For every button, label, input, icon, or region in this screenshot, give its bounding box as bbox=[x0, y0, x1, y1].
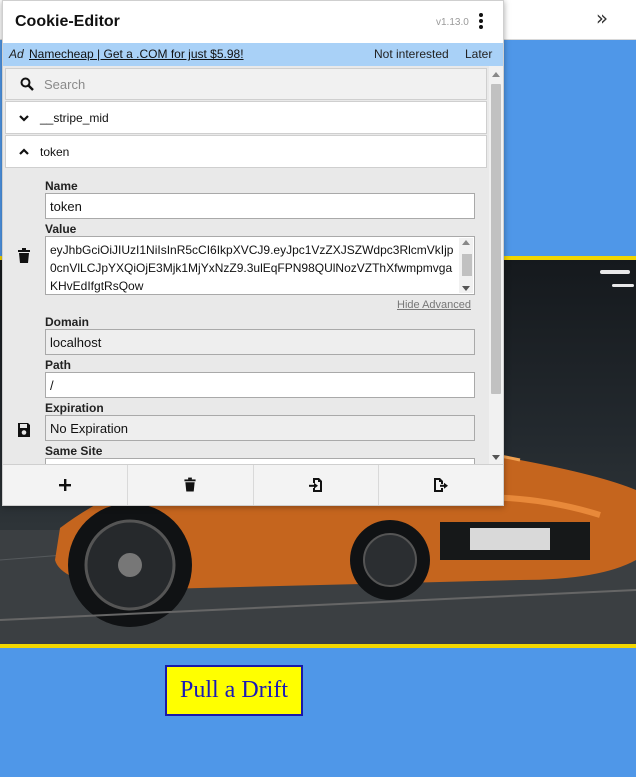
delete-all-button[interactable] bbox=[128, 465, 254, 505]
file-export-icon bbox=[433, 478, 448, 492]
search-input[interactable] bbox=[44, 74, 474, 94]
name-field[interactable]: token bbox=[45, 193, 475, 219]
value-scrollbar[interactable] bbox=[459, 238, 473, 293]
cookie-list: __stripe_mid token Name token Value eyJh… bbox=[3, 66, 503, 464]
expiration-label: Expiration bbox=[45, 401, 104, 415]
chevron-down-icon bbox=[19, 115, 29, 122]
samesite-label: Same Site bbox=[45, 444, 103, 458]
domain-field[interactable]: localhost bbox=[45, 329, 475, 355]
version-label: v1.13.0 bbox=[436, 17, 469, 28]
scrollbar-thumb[interactable] bbox=[491, 84, 501, 394]
pull-a-drift-button[interactable]: Pull a Drift bbox=[165, 665, 303, 716]
cookie-details: Name token Value eyJhbGciOiJIUzI1NiIsInR… bbox=[5, 168, 487, 464]
later-button[interactable]: Later bbox=[465, 47, 492, 61]
domain-label: Domain bbox=[45, 315, 90, 329]
value-text: eyJhbGciOiJIUzI1NiIsInR5cCI6IkpXVCJ9.eyJ… bbox=[50, 243, 454, 293]
cookie-row-token[interactable]: token bbox=[5, 135, 487, 168]
ceiling-light bbox=[612, 284, 634, 287]
import-button[interactable] bbox=[254, 465, 379, 505]
ad-tag: Ad bbox=[9, 47, 24, 61]
export-button[interactable] bbox=[379, 465, 503, 505]
add-cookie-button[interactable] bbox=[3, 465, 129, 505]
cookie-name: token bbox=[40, 145, 70, 159]
ad-link[interactable]: Namecheap | Get a .COM for just $5.98! bbox=[29, 47, 244, 61]
path-label: Path bbox=[45, 358, 72, 372]
ceiling-light bbox=[600, 270, 630, 274]
ad-bar: Ad Namecheap | Get a .COM for just $5.98… bbox=[3, 43, 503, 66]
hide-advanced-link[interactable]: Hide Advanced bbox=[397, 299, 471, 311]
search-bar bbox=[5, 68, 487, 100]
expiration-field[interactable]: No Expiration bbox=[45, 415, 475, 441]
trash-icon[interactable] bbox=[17, 248, 31, 264]
path-field[interactable]: / bbox=[45, 372, 475, 398]
cookie-editor-popup: Cookie-Editor v1.13.0 Ad Namecheap | Get… bbox=[2, 0, 504, 506]
search-icon bbox=[20, 77, 34, 91]
floppy-disk-icon[interactable] bbox=[17, 422, 31, 438]
chevron-up-icon bbox=[19, 148, 29, 155]
not-interested-button[interactable]: Not interested bbox=[374, 47, 449, 61]
value-field[interactable]: eyJhbGciOiJIUzI1NiIsInR5cCI6IkpXVCJ9.eyJ… bbox=[45, 236, 475, 295]
app-title: Cookie-Editor bbox=[15, 13, 120, 30]
plus-icon bbox=[59, 479, 72, 491]
popup-footer bbox=[3, 464, 503, 505]
cookie-name: __stripe_mid bbox=[40, 111, 109, 125]
kebab-menu-icon[interactable] bbox=[475, 12, 487, 32]
name-label: Name bbox=[45, 179, 78, 193]
cookie-row-stripe-mid[interactable]: __stripe_mid bbox=[5, 101, 487, 134]
value-label: Value bbox=[45, 222, 77, 236]
popup-scrollbar[interactable] bbox=[489, 66, 503, 464]
yellow-stripe-bottom bbox=[0, 644, 636, 648]
file-import-icon bbox=[308, 478, 322, 492]
double-chevron-right-icon[interactable]: » bbox=[590, 8, 614, 30]
trash-icon bbox=[184, 477, 196, 492]
popup-header: Cookie-Editor v1.13.0 bbox=[3, 1, 503, 43]
